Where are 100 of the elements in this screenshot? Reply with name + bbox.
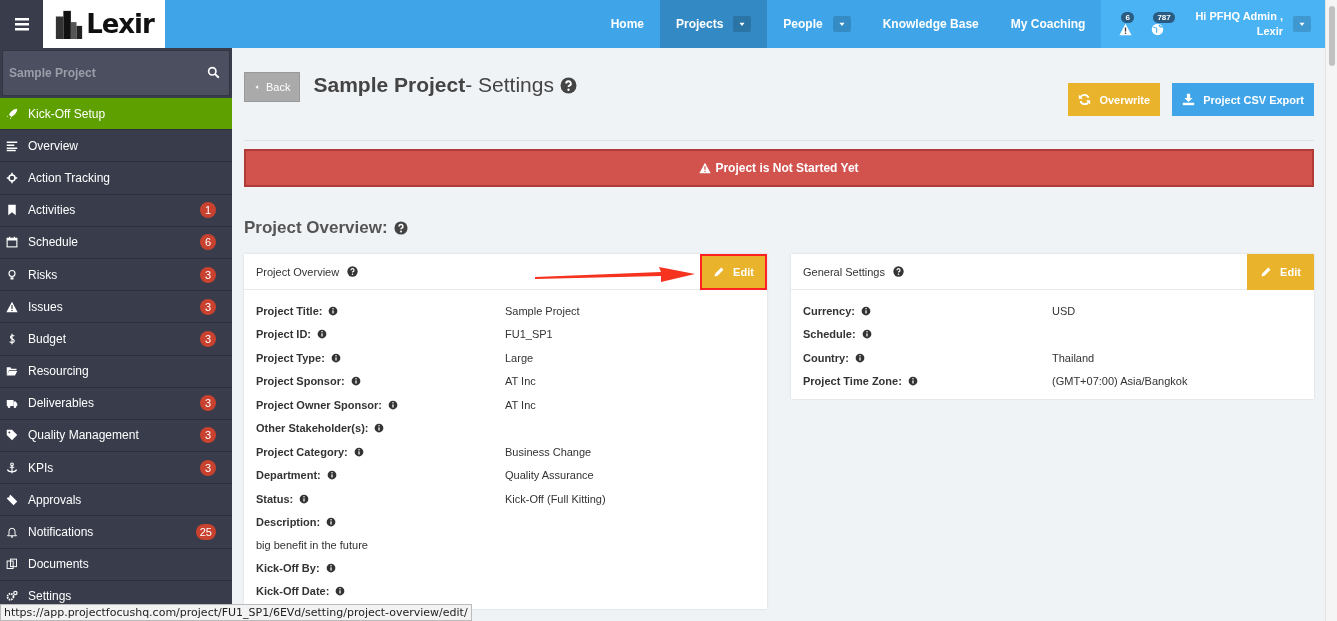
help-icon <box>892 266 904 277</box>
info-icon <box>353 446 364 457</box>
field-value: AT Inc <box>505 398 536 411</box>
info-icon <box>326 470 337 481</box>
field-value: Thailand <box>1052 351 1095 364</box>
field-value: FU1_SP1 <box>505 328 553 341</box>
buildings-icon <box>54 9 85 39</box>
sidebar-item-label: Deliverables <box>28 396 96 411</box>
status-url-tooltip: https://app.projectfocushq.com/project/FU1_SP1/6EVd/setting/project-overview/edit/ <box>0 604 472 621</box>
help-icon <box>559 77 577 94</box>
menu-icon[interactable] <box>13 16 30 32</box>
help-icon <box>393 221 408 235</box>
sidebar-item[interactable]: Deliverables 3 <box>0 387 232 420</box>
sidebar-item[interactable]: KPIs 3 <box>0 452 232 485</box>
rocket-icon <box>6 107 18 120</box>
sidebar-item-label: KPIs <box>28 460 55 475</box>
refresh-icon <box>1078 93 1092 106</box>
sidebar-item[interactable]: Resourcing <box>0 355 232 388</box>
caret-icon <box>254 83 260 91</box>
sidebar-item-label: Resourcing <box>28 364 90 379</box>
sidebar-item-label: Notifications <box>28 525 95 540</box>
field-label: Kick-Off Date: <box>256 585 330 598</box>
sidebar-item[interactable]: Action Tracking <box>0 162 232 195</box>
globe-icon[interactable] <box>1150 23 1164 36</box>
sidebar-item[interactable]: Quality Management 3 <box>0 419 232 453</box>
sidebar-item-label: Approvals <box>28 492 83 507</box>
info-icon <box>299 493 310 504</box>
warning-icon <box>699 162 712 174</box>
sidebar-item-label: Activities <box>28 203 77 218</box>
field-value: USD <box>1052 304 1076 317</box>
pencil-icon <box>713 265 726 278</box>
field-label: Project Category: <box>256 445 348 458</box>
info-icon <box>350 376 361 387</box>
info-icon <box>330 352 341 363</box>
sidebar-item[interactable]: Activities 1 <box>0 194 232 227</box>
search-field[interactable]: Sample Project <box>2 50 230 96</box>
anchor-icon <box>6 461 18 474</box>
field-label: Project Sponsor: <box>256 375 345 388</box>
card-title: Project Overview <box>256 265 340 278</box>
field-label: Project Time Zone: <box>803 375 902 388</box>
truck-icon <box>6 397 18 410</box>
count-badge: 25 <box>195 524 216 541</box>
field-value: Sample Project <box>505 304 580 317</box>
warning-icon[interactable] <box>1118 23 1132 36</box>
page-title: Sample Project- Settings <box>313 72 554 98</box>
sidebar-item[interactable]: Issues 3 <box>0 291 232 324</box>
copy-icon <box>6 558 18 571</box>
field-label: Project Title: <box>256 304 323 317</box>
info-icon <box>374 423 385 434</box>
info-icon <box>860 305 871 316</box>
dropdown-toggle[interactable] <box>733 16 752 32</box>
sidebar-item-label: Documents <box>28 557 90 572</box>
info-icon <box>854 352 865 363</box>
info-icon <box>335 586 346 597</box>
field-value: Large <box>505 351 534 364</box>
crosshair-icon <box>6 171 18 184</box>
field-label: Project Type: <box>256 351 325 364</box>
bell-icon <box>6 526 18 539</box>
field-label: Description: <box>256 516 321 529</box>
count-badge: 3 <box>200 427 216 444</box>
card-title: General Settings <box>803 265 885 278</box>
sidebar-item[interactable]: Documents <box>0 548 232 581</box>
sidebar-item-label: Overview <box>28 138 79 153</box>
bookmark-icon <box>6 204 18 217</box>
field-value: Quality Assurance <box>505 469 594 482</box>
info-icon <box>387 399 398 410</box>
scrollbar[interactable] <box>1325 0 1337 621</box>
info-icon <box>907 376 918 387</box>
field-label: Other Stakeholder(s): <box>256 422 369 435</box>
dropdown-toggle[interactable] <box>832 16 851 32</box>
field-label: Kick-Off By: <box>256 561 320 574</box>
sidebar-item[interactable]: Approvals <box>0 484 232 517</box>
sidebar-item[interactable]: Notifications 25 <box>0 516 232 549</box>
gears-icon <box>6 590 18 603</box>
field-value: Kick-Off (Full Kitting) <box>505 492 606 505</box>
sidebar-item-label: Action Tracking <box>28 170 112 185</box>
sidebar-item-label: Settings <box>28 589 73 604</box>
dropdown-toggle[interactable] <box>1293 16 1311 32</box>
field-label: Project ID: <box>256 328 311 341</box>
sidebar-item-label: Quality Management <box>28 428 140 443</box>
tag-icon <box>6 429 18 442</box>
notification-count: 6 <box>1121 12 1134 23</box>
sidebar-item[interactable]: Risks 3 <box>0 258 232 292</box>
count-badge: 3 <box>200 266 216 283</box>
sidebar-item-label: Risks <box>28 267 59 282</box>
info-icon <box>328 305 339 316</box>
count-badge: 3 <box>200 459 216 476</box>
info-icon <box>326 517 337 528</box>
sidebar-item-label: Budget <box>28 331 68 346</box>
field-label: Country: <box>803 351 849 364</box>
field-label: Schedule: <box>803 328 856 341</box>
sidebar-item[interactable]: Overview <box>0 130 232 163</box>
count-badge: 3 <box>200 298 216 315</box>
sidebar-item[interactable]: Schedule 6 <box>0 226 232 259</box>
nav-link[interactable]: Projects <box>660 0 768 48</box>
info-icon <box>325 562 336 573</box>
field-label: Project Owner Sponsor: <box>256 398 382 411</box>
field-label: Department: <box>256 469 321 482</box>
pencil-icon <box>1260 265 1273 278</box>
sidebar-item[interactable]: Budget 3 <box>0 323 232 356</box>
